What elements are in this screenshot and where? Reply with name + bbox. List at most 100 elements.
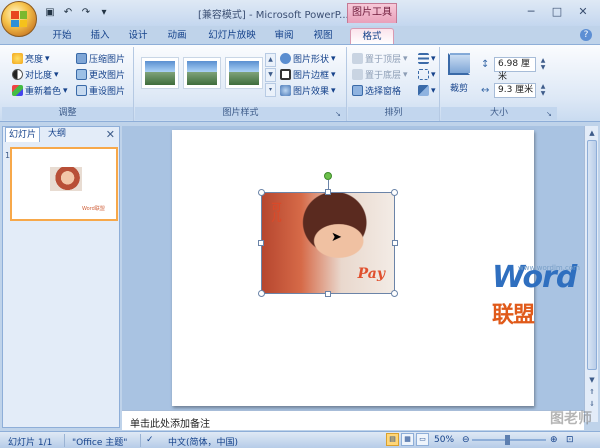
resize-handle-e[interactable]	[392, 240, 398, 246]
compress-pictures-button[interactable]: 压缩图片	[76, 51, 125, 66]
picture-style-1[interactable]	[141, 57, 179, 89]
normal-view-icon[interactable]: ▤	[386, 433, 399, 446]
tab-animations[interactable]: 动画	[163, 28, 191, 44]
slide-canvas[interactable]: 可儿 Pay ➤ Word联盟 www.wordlm.com	[172, 130, 580, 406]
bring-front-icon	[352, 53, 363, 64]
send-back-icon	[352, 69, 363, 80]
tab-home[interactable]: 开始	[48, 28, 76, 44]
tab-design[interactable]: 设计	[124, 28, 152, 44]
tab-outline[interactable]: 大纲	[45, 127, 69, 142]
contrast-button[interactable]: 对比度 ▾	[12, 67, 59, 82]
gallery-more-icon[interactable]: ▾	[265, 83, 276, 97]
height-field[interactable]: 6.98 厘米	[494, 57, 536, 82]
group-picture-styles: ▲ ▼ ▾ 图片形状 ▾ 图片边框 ▾ 图片效果 ▾ 图片样式 ↘	[135, 47, 347, 121]
zoom-slider-knob[interactable]	[505, 435, 510, 445]
save-icon[interactable]: ▣	[42, 4, 58, 20]
style-gallery-scroll: ▲ ▼ ▾	[265, 53, 276, 97]
picture-border-button[interactable]: 图片边框 ▾	[280, 67, 336, 82]
help-icon[interactable]: ?	[580, 29, 592, 41]
scroll-down-icon[interactable]: ▼	[586, 374, 598, 386]
window-title: [兼容模式] - Microsoft PowerP...	[198, 10, 349, 21]
undo-icon[interactable]: ↶	[60, 4, 76, 20]
resize-handle-n[interactable]	[325, 189, 331, 195]
picture-shape-button[interactable]: 图片形状 ▾	[280, 51, 336, 66]
picture-style-2[interactable]	[183, 57, 221, 89]
picture-tools-header: 图片工具	[347, 3, 397, 23]
scroll-up-icon[interactable]: ▲	[586, 127, 598, 139]
ribbon: 亮度 ▾ 对比度 ▾ 重新着色 ▾ 压缩图片 更改图片 重设图片 调整 ▲ ▼ …	[0, 44, 600, 122]
group-label-picture-styles: 图片样式	[135, 107, 346, 120]
close-panel-icon[interactable]: ✕	[106, 128, 115, 141]
title-bar: ▣ ↶ ↷ ▾ [兼容模式] - Microsoft PowerP... 图片工…	[0, 0, 600, 37]
tab-format[interactable]: 格式	[350, 28, 394, 44]
align-icon	[418, 53, 429, 64]
change-picture-icon	[76, 69, 87, 80]
zoom-level[interactable]: 50%	[434, 435, 454, 445]
scroll-thumb[interactable]	[587, 140, 597, 370]
mouse-cursor-icon: ➤	[331, 230, 342, 245]
contrast-icon	[12, 69, 23, 80]
width-spinner[interactable]: ▲ ▼	[538, 83, 548, 98]
picture-style-3[interactable]	[225, 57, 263, 89]
tab-review[interactable]: 审阅	[270, 28, 298, 44]
width-icon: ↔	[481, 85, 490, 96]
slideshow-view-icon[interactable]: ▭	[416, 433, 429, 446]
change-picture-button[interactable]: 更改图片	[76, 67, 125, 82]
picture-styles-launcher-icon[interactable]: ↘	[335, 110, 344, 119]
group-size: 裁剪 ↕ 6.98 厘米 ▲ ▼ ↔ 9.3 厘米 ▲ ▼ 大小 ↘	[441, 47, 557, 121]
customize-qat-icon[interactable]: ▾	[96, 4, 112, 20]
reset-picture-button[interactable]: 重设图片	[76, 83, 125, 98]
resize-handle-sw[interactable]	[258, 290, 265, 297]
group-objects-button[interactable]: ▾	[418, 67, 436, 82]
picture-effects-icon	[280, 85, 291, 96]
bring-to-front-button[interactable]: 置于顶层 ▾	[352, 51, 408, 66]
redo-icon[interactable]: ↷	[78, 4, 94, 20]
tab-insert[interactable]: 插入	[86, 28, 114, 44]
zoom-out-icon[interactable]: ⊖	[462, 435, 470, 445]
close-icon[interactable]: ✕	[570, 2, 596, 20]
resize-handle-nw[interactable]	[258, 189, 265, 196]
height-spinner[interactable]: ▲ ▼	[538, 57, 548, 72]
maximize-icon[interactable]: □	[544, 2, 570, 20]
group-label-size: 大小	[441, 107, 557, 120]
gallery-up-icon[interactable]: ▲	[265, 53, 276, 67]
tab-slideshow[interactable]: 幻灯片放映	[203, 28, 261, 44]
zoom-in-icon[interactable]: ⊕	[550, 435, 558, 445]
fit-to-window-icon[interactable]: ⊡	[566, 435, 574, 445]
align-button[interactable]: ▾	[418, 51, 436, 66]
tab-view[interactable]: 视图	[309, 28, 337, 44]
crop-icon	[448, 53, 470, 75]
recolor-button[interactable]: 重新着色 ▾	[12, 83, 68, 98]
language[interactable]: 中文(简体，中国)	[168, 435, 238, 448]
width-field[interactable]: 9.3 厘米	[494, 83, 536, 98]
prev-slide-icon[interactable]: ⇑	[586, 386, 598, 398]
watermark: 图老师	[550, 411, 592, 427]
theme-name: "Office 主题"	[72, 438, 128, 448]
office-button[interactable]	[1, 1, 37, 37]
spellcheck-icon[interactable]: ✓	[146, 435, 154, 445]
quick-access-toolbar: ▣ ↶ ↷ ▾	[42, 4, 112, 20]
picture-shape-icon	[280, 53, 291, 64]
tab-slides[interactable]: 幻灯片	[5, 127, 41, 142]
size-launcher-icon[interactable]: ↘	[546, 110, 555, 119]
brightness-button[interactable]: 亮度 ▾	[12, 51, 50, 66]
group-objects-icon	[418, 69, 429, 80]
resize-handle-w[interactable]	[258, 240, 264, 246]
picture-effects-button[interactable]: 图片效果 ▾	[280, 83, 336, 98]
vertical-scrollbar[interactable]: ▲ ▼ ⇑ ⇓	[584, 126, 598, 422]
crop-button[interactable]: 裁剪	[445, 51, 473, 99]
slide-sorter-icon[interactable]: ▦	[401, 433, 414, 446]
selection-pane-button[interactable]: 选择窗格	[352, 83, 401, 98]
resize-handle-s[interactable]	[325, 291, 331, 297]
slide-thumbnail-1[interactable]: Word联盟	[10, 147, 118, 221]
group-arrange: 置于顶层 ▾ 置于底层 ▾ 选择窗格 ▾ ▾ ▾ 排列	[348, 47, 440, 121]
send-to-back-button[interactable]: 置于底层 ▾	[352, 67, 408, 82]
minimize-icon[interactable]: ─	[518, 2, 544, 20]
gallery-down-icon[interactable]: ▼	[265, 68, 276, 82]
compress-icon	[76, 53, 87, 64]
resize-handle-ne[interactable]	[391, 189, 398, 196]
notes-pane[interactable]: 单击此处添加备注	[122, 410, 584, 430]
resize-handle-se[interactable]	[391, 290, 398, 297]
rotation-handle[interactable]	[324, 172, 332, 180]
rotate-button[interactable]: ▾	[418, 83, 436, 98]
